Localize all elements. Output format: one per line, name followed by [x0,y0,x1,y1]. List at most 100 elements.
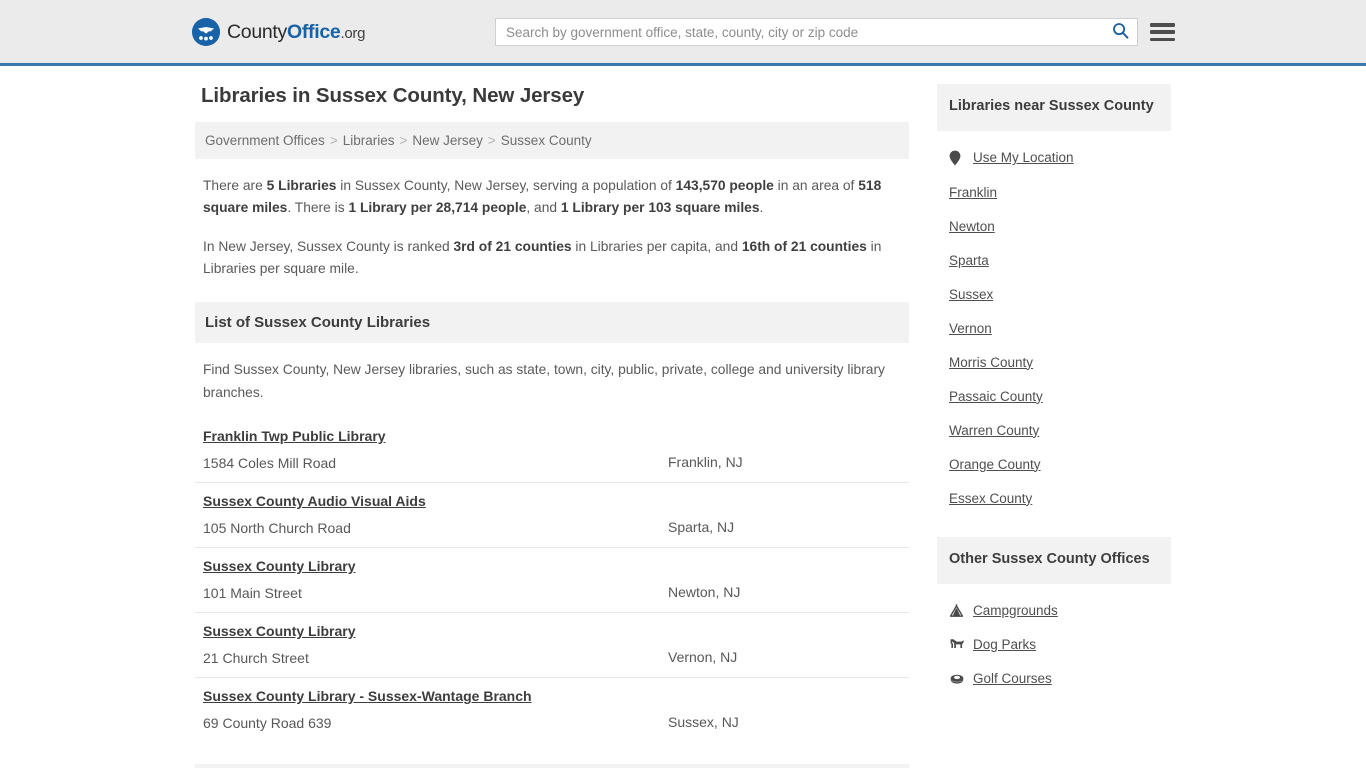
library-name-link[interactable]: Sussex County Audio Visual Aids [203,493,426,509]
sidebar-link-label: Campgrounds [973,602,1058,618]
sidebar-nearby-link[interactable]: Warren County [949,423,1159,438]
intro-text-fragment: in Libraries per capita, and [571,238,742,254]
sidebar-link-label: Vernon [949,320,992,336]
use-my-location-label: Use My Location [973,150,1074,166]
list-section-description: Find Sussex County, New Jersey libraries… [203,362,885,400]
intro-text-fragment: There are [203,178,267,193]
library-name-link[interactable]: Sussex County Library - Sussex-Wantage B… [203,688,532,704]
sidebar-link-label: Warren County [949,422,1040,438]
breadcrumb-item[interactable]: Government Offices [205,133,325,148]
search-button[interactable] [1103,19,1137,45]
table-row: Franklin Twp Public Library 1584 Coles Mi… [195,418,909,484]
content-container: Libraries in Sussex County, New Jersey G… [195,66,1171,768]
site-header: CountyOffice.org [0,0,1366,66]
sidebar-link-label: Sussex [949,286,994,302]
intro-paragraph-2: In New Jersey, Sussex County is ranked 3… [203,236,901,281]
sidebar-nearby-heading: Libraries near Sussex County [937,84,1171,131]
main-column: Libraries in Sussex County, New Jersey G… [195,84,909,768]
library-city: Franklin, NJ [668,454,743,471]
sidebar-office-link[interactable]: Campgrounds [949,603,1159,618]
intro-stat: 16th of 21 counties [741,238,867,254]
sidebar-link-label: Newton [949,218,995,234]
sidebar-nearby-link[interactable]: Newton [949,219,1159,234]
table-row: Sussex County Library 21 Church Street Ver… [195,613,909,679]
intro-stat: 1 Library per 103 square miles [560,200,760,216]
library-city: Sussex, NJ [668,714,739,731]
intro-stat: 1 Library per 28,714 people [348,200,527,216]
sidebar-nearby-link[interactable]: Sussex [949,287,1159,302]
brand-part-county: County [227,20,287,43]
library-city: Newton, NJ [668,584,741,601]
about-section-heading: About Sussex County Libraries [195,764,909,768]
sidebar-link-label: Franklin [949,184,998,200]
hamburger-bar [1150,37,1175,41]
sidebar-nearby-link[interactable]: Orange County [949,457,1159,472]
library-address: 69 County Road 639 [203,715,332,732]
breadcrumb-item[interactable]: Libraries [343,133,395,148]
sidebar-nearby-link[interactable]: Vernon [949,321,1159,336]
sidebar-link-label: Golf Courses [973,670,1052,686]
other-offices-links: Campgrounds Dog Parks Golf Courses [937,603,1171,686]
tent-icon [949,603,966,618]
library-name-link[interactable]: Sussex County Library [203,623,356,639]
hamburger-menu-icon[interactable] [1150,20,1175,44]
intro-text-fragment: In New Jersey, Sussex County is ranked [203,238,454,254]
sidebar-nearby-link[interactable]: Franklin [949,185,1159,200]
breadcrumb-separator: > [487,133,496,148]
intro-text-fragment: in Sussex County, New Jersey, serving a … [336,178,676,193]
sidebar: Libraries near Sussex County Use My Loca… [937,84,1171,686]
sidebar-link-label: Dog Parks [973,636,1037,652]
sidebar-link-label: Passaic County [949,388,1043,404]
breadcrumb-item[interactable]: New Jersey [412,133,483,148]
breadcrumb-item[interactable]: Sussex County [501,133,592,148]
hamburger-bar [1150,23,1175,27]
brand-part-office: Office [287,20,341,43]
dog-icon [949,637,966,652]
library-info: Sussex County Library - Sussex-Wantage B… [203,688,668,731]
table-row: Sussex County Library - Sussex-Wantage B… [195,678,909,742]
brand-part-org: .org [340,24,366,42]
sidebar-nearby-links: Use My Location Franklin Newton Sparta Suss… [937,150,1171,506]
sidebar-office-link[interactable]: Golf Courses [949,671,1159,686]
library-address: 21 Church Street [203,650,309,667]
library-info: Sussex County Audio Visual Aids 105 North… [203,493,668,536]
page-title: Libraries in Sussex County, New Jersey [201,84,585,107]
library-name-link[interactable]: Sussex County Library [203,558,356,574]
golf-icon [949,671,966,685]
sidebar-nearby-link[interactable]: Morris County [949,355,1159,370]
library-city: Sparta, NJ [668,519,735,536]
intro-stat: 5 Libraries [266,178,337,193]
list-section-heading: List of Sussex County Libraries [195,302,909,344]
breadcrumb: Government Offices > Libraries > New Jersey >… [195,122,909,159]
sidebar-link-label: Orange County [949,456,1041,472]
search-bar[interactable] [495,18,1138,46]
library-list: Franklin Twp Public Library 1584 Coles Mi… [195,418,909,742]
sidebar-nearby-link[interactable]: Essex County [949,491,1159,506]
table-row: Sussex County Library 101 Main Street Newt… [195,548,909,614]
intro-text-fragment: . [759,200,764,216]
sidebar-link-label: Essex County [949,490,1033,506]
sidebar-nearby-link[interactable]: Sparta [949,253,1159,268]
search-input[interactable] [496,19,1103,45]
hamburger-bar [1150,30,1175,34]
sidebar-office-link[interactable]: Dog Parks [949,637,1159,652]
library-info: Sussex County Library 21 Church Street [203,623,668,666]
brand-wordmark: CountyOffice.org [227,21,365,44]
library-name-link[interactable]: Franklin Twp Public Library [203,428,386,444]
sidebar-other-offices-heading: Other Sussex County Offices [937,536,1171,584]
eagle-shield-logo-icon [192,18,220,46]
sidebar-nearby-link[interactable]: Passaic County [949,389,1159,404]
header-inner: CountyOffice.org [0,0,1366,63]
intro-text: There are 5 Libraries in Sussex County, … [195,175,909,280]
intro-text-fragment: . There is [287,200,349,216]
breadcrumb-separator: > [329,133,338,148]
sidebar-link-label: Morris County [949,354,1034,370]
sidebar-link-label: Sparta [949,252,989,268]
search-icon [1112,22,1129,42]
library-address: 105 North Church Road [203,520,351,537]
intro-text-fragment: in an area of [773,178,859,193]
nearby-link-list: Franklin Newton Sparta Sussex Vernon Morris C… [949,185,1159,506]
use-my-location-button[interactable]: Use My Location [949,150,1159,166]
library-address: 101 Main Street [203,585,302,602]
site-logo-link[interactable]: CountyOffice.org [192,18,365,46]
